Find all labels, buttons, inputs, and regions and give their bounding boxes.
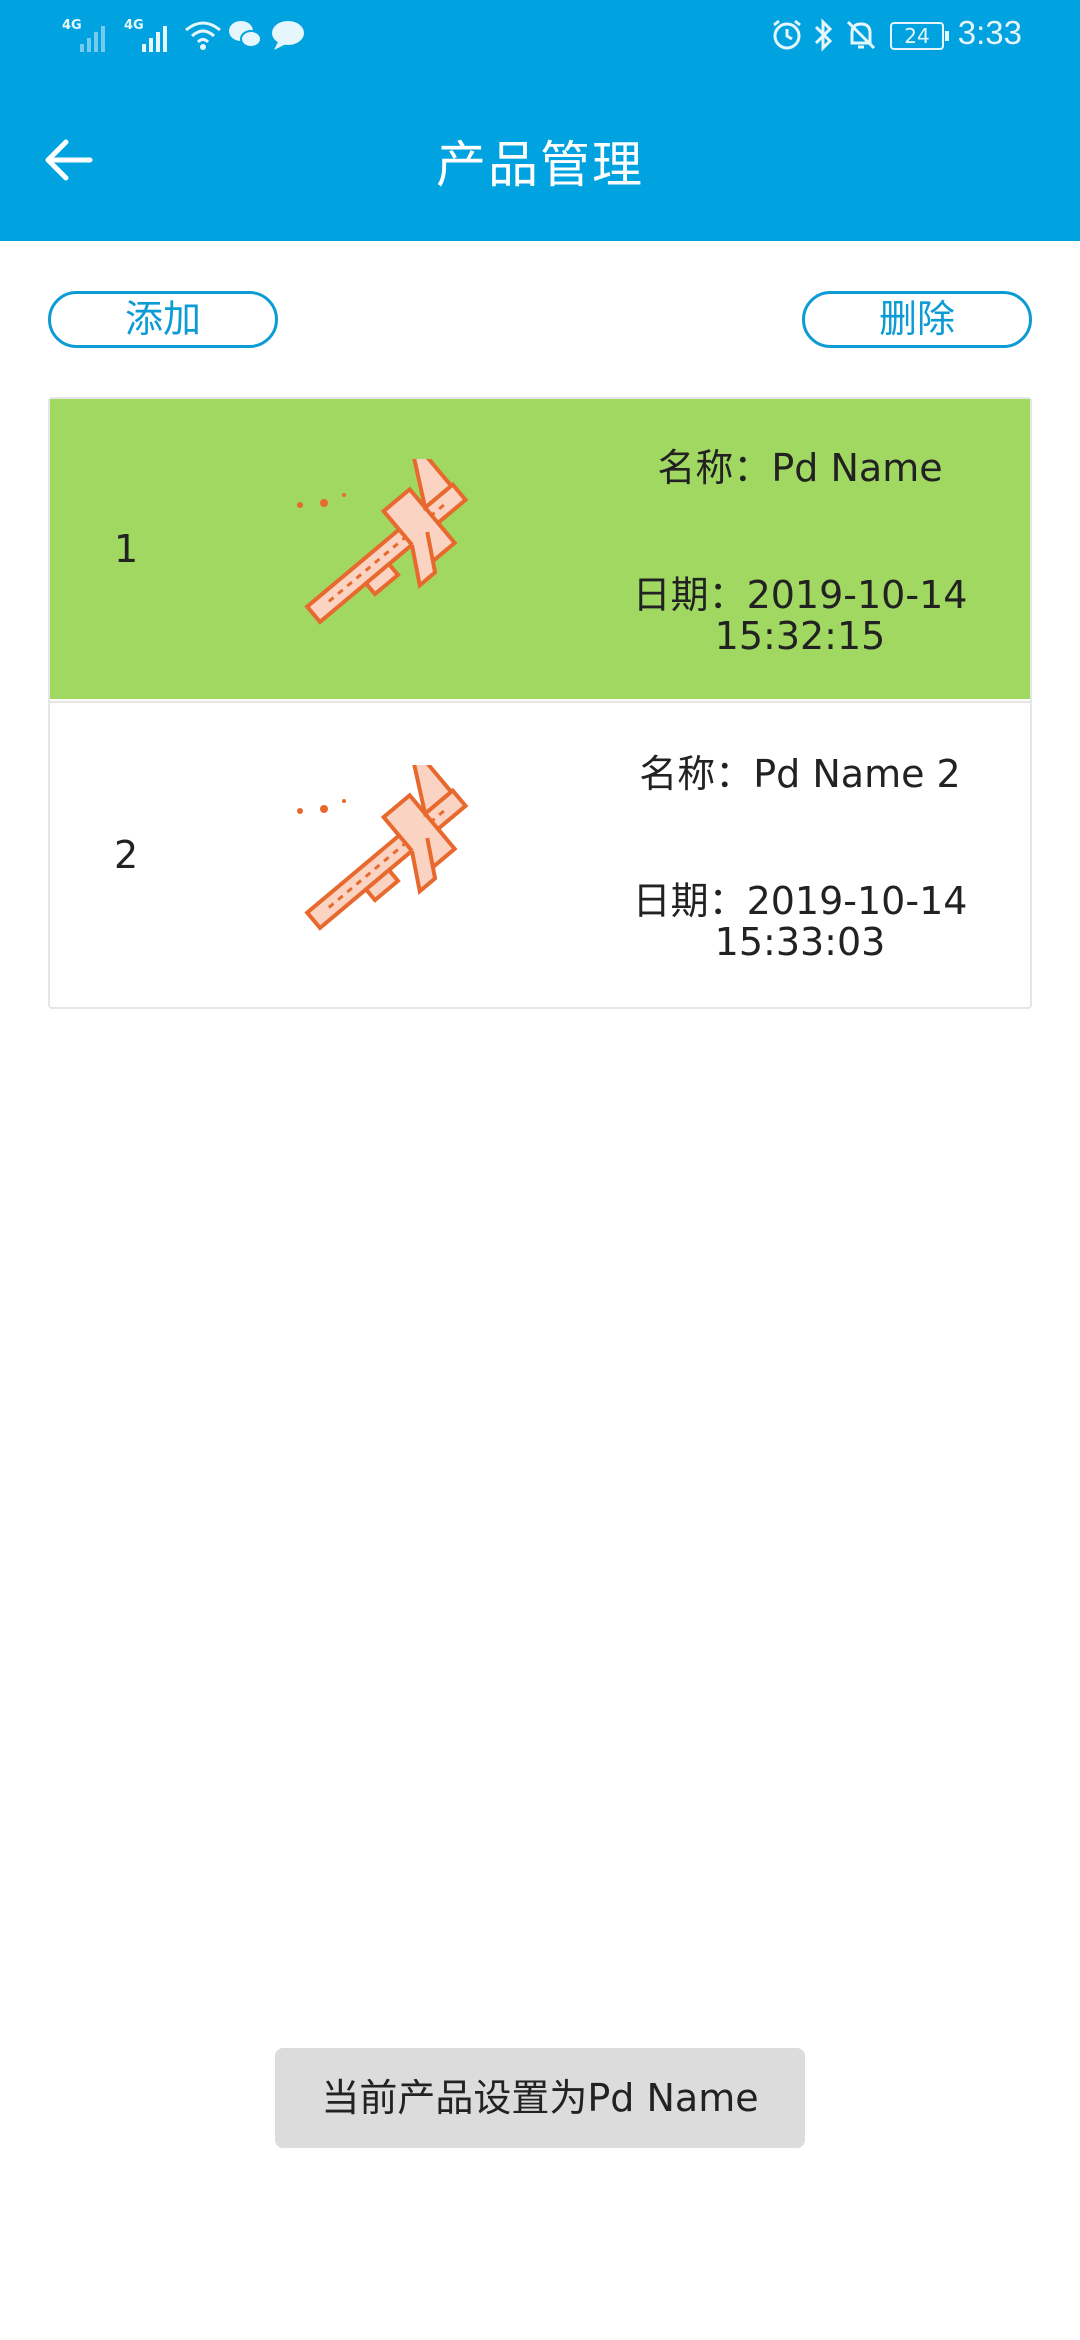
product-date: 日期：2019-10-14	[632, 573, 968, 617]
product-time: 15:32:15	[714, 614, 886, 658]
toast-message: 当前产品设置为Pd Name	[275, 2048, 805, 2148]
product-date: 日期：2019-10-14	[632, 879, 968, 923]
network-type-label: 4G	[62, 18, 82, 33]
app-header: 4G 4G 24 3:33 产品管理	[0, 0, 1080, 241]
delete-button[interactable]: 删除	[802, 291, 1032, 348]
bluetooth-icon	[814, 18, 833, 52]
clock: 3:33	[957, 14, 1022, 51]
chat-icon	[272, 21, 304, 50]
product-name: 名称：Pd Name	[657, 446, 943, 490]
alarm-icon	[773, 19, 801, 50]
product-info: 名称：Pd Name 日期：2019-10-14 15:32:15	[570, 399, 1030, 699]
product-name: 名称：Pd Name 2	[639, 752, 961, 796]
status-bar: 4G 4G 24 3:33	[0, 0, 1080, 75]
wechat-icon	[229, 21, 262, 48]
add-button[interactable]: 添加	[48, 291, 278, 348]
caliper-icon	[297, 765, 469, 931]
caliper-icon	[297, 459, 469, 625]
item-index: 1	[114, 527, 139, 571]
list-item[interactable]: 2 名称：Pd Name 2 日期：2019-10-14 15:33:03	[50, 705, 1030, 1005]
battery-level: 24	[904, 24, 930, 48]
list-item[interactable]: 1 名称：Pd Name 日期：2019-10-14 15:32:15	[50, 399, 1030, 699]
battery-icon: 24	[890, 22, 949, 50]
bell-off-icon	[846, 20, 876, 50]
item-index: 2	[114, 833, 139, 877]
network-type-label: 4G	[124, 18, 144, 33]
product-list: 1 名称：Pd Name 日期：2019-10-14 15:32:15 2 名称…	[48, 397, 1032, 1009]
page-title: 产品管理	[436, 136, 644, 194]
product-info: 名称：Pd Name 2 日期：2019-10-14 15:33:03	[570, 705, 1030, 1005]
divider	[50, 701, 1030, 703]
product-time: 15:33:03	[714, 920, 886, 964]
wifi-icon	[185, 21, 221, 50]
